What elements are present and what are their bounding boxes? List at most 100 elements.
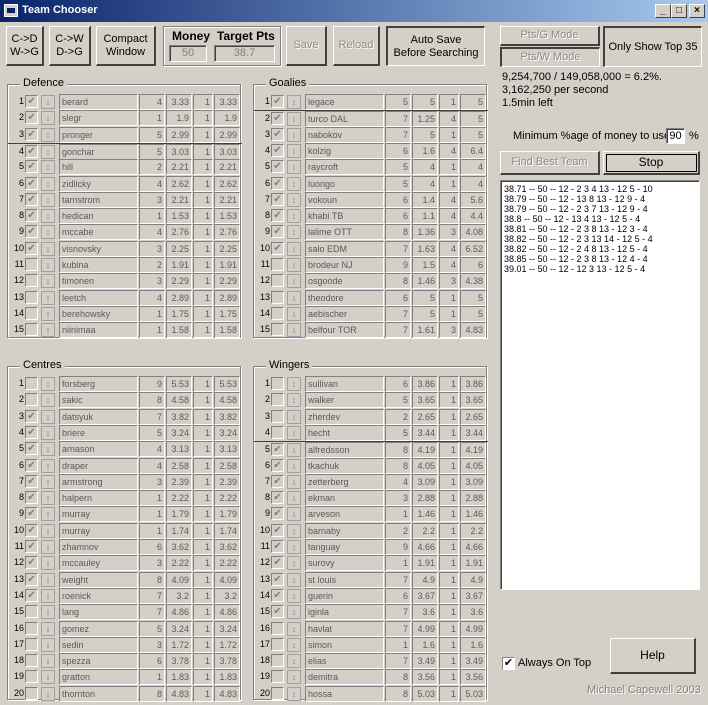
reload-button[interactable]: Reload bbox=[333, 26, 380, 66]
include-checkbox[interactable] bbox=[271, 258, 284, 271]
player-name-field[interactable]: lalime OTT bbox=[305, 224, 384, 241]
cost-field[interactable]: 3 bbox=[139, 473, 165, 490]
lock-toggle-icon[interactable]: ↕ bbox=[41, 225, 55, 240]
multiplier-field[interactable]: 4 bbox=[439, 142, 459, 159]
total-points-field[interactable]: 4.83 bbox=[214, 685, 240, 702]
include-checkbox[interactable] bbox=[25, 393, 38, 407]
player-name-field[interactable]: raycroft bbox=[305, 159, 384, 176]
points-field[interactable]: 1.83 bbox=[166, 669, 192, 686]
cost-field[interactable]: 5 bbox=[139, 620, 165, 637]
lock-toggle-icon[interactable]: ↕ bbox=[287, 209, 301, 224]
cost-field[interactable]: 7 bbox=[139, 408, 165, 425]
include-checkbox[interactable] bbox=[271, 686, 284, 700]
include-checkbox[interactable] bbox=[271, 274, 284, 288]
multiplier-field[interactable]: 1 bbox=[439, 289, 459, 306]
include-checkbox[interactable]: ✔ bbox=[271, 491, 284, 505]
cost-field[interactable]: 5 bbox=[139, 126, 165, 143]
include-checkbox[interactable]: ✔ bbox=[25, 192, 38, 206]
total-points-field[interactable]: 1.72 bbox=[214, 636, 240, 653]
points-field[interactable]: 3.24 bbox=[166, 424, 192, 441]
cost-field[interactable]: 4 bbox=[139, 441, 165, 458]
cost-field[interactable]: 3 bbox=[139, 555, 165, 572]
include-checkbox[interactable]: ✔ bbox=[271, 176, 284, 190]
player-name-field[interactable]: brodeur NJ bbox=[305, 257, 384, 273]
points-field[interactable]: 4.58 bbox=[166, 392, 192, 409]
lock-toggle-icon[interactable]: ↕ bbox=[41, 144, 55, 159]
points-field[interactable]: 1.63 bbox=[412, 240, 438, 257]
cost-field[interactable]: 7 bbox=[385, 322, 411, 339]
lock-toggle-icon[interactable]: ↕ bbox=[41, 621, 55, 636]
cost-field[interactable]: 5 bbox=[385, 424, 411, 441]
player-name-field[interactable]: thornton bbox=[59, 685, 138, 702]
results-list[interactable]: 38.71 -- 50 -- 12 - 2 3 4 13 - 12 5 - 10… bbox=[500, 180, 700, 590]
player-name-field[interactable]: barnaby bbox=[305, 522, 384, 539]
cost-field[interactable]: 8 bbox=[139, 392, 165, 409]
multiplier-field[interactable]: 1 bbox=[193, 257, 213, 273]
result-item[interactable]: 38.82 -- 50 -- 12 - 2 3 13 14 - 12 5 - 4 bbox=[504, 234, 696, 244]
multiplier-field[interactable]: 1 bbox=[439, 653, 459, 670]
lock-toggle-icon[interactable]: ↕ bbox=[287, 654, 301, 669]
player-name-field[interactable]: visnovsky bbox=[59, 240, 138, 257]
lock-toggle-icon[interactable]: ↕ bbox=[287, 112, 301, 127]
player-name-field[interactable]: gonchar bbox=[59, 143, 138, 160]
include-checkbox[interactable] bbox=[271, 393, 284, 407]
points-field[interactable]: 4.19 bbox=[412, 442, 438, 459]
multiplier-field[interactable]: 1 bbox=[193, 685, 213, 702]
total-points-field[interactable]: 3.49 bbox=[460, 653, 486, 670]
total-points-field[interactable]: 2.21 bbox=[214, 159, 240, 176]
cost-field[interactable]: 1 bbox=[385, 555, 411, 572]
total-points-field[interactable]: 3.82 bbox=[214, 408, 240, 425]
cost-field[interactable]: 9 bbox=[385, 539, 411, 555]
lock-toggle-icon[interactable]: ↕ bbox=[41, 192, 55, 207]
player-name-field[interactable]: leetch bbox=[59, 289, 138, 306]
points-field[interactable]: 3.6 bbox=[412, 604, 438, 621]
total-points-field[interactable]: 1.9 bbox=[214, 110, 240, 127]
total-points-field[interactable]: 3.13 bbox=[214, 441, 240, 458]
total-points-field[interactable]: 3.56 bbox=[460, 669, 486, 686]
include-checkbox[interactable]: ✔ bbox=[25, 523, 38, 537]
lock-toggle-icon[interactable]: ↕ bbox=[41, 686, 55, 701]
player-name-field[interactable]: timonen bbox=[59, 273, 138, 290]
cost-field[interactable]: 5 bbox=[385, 392, 411, 409]
player-name-field[interactable]: zidlicky bbox=[59, 175, 138, 192]
multiplier-field[interactable]: 1 bbox=[193, 322, 213, 339]
include-checkbox[interactable] bbox=[25, 274, 38, 288]
lock-toggle-icon[interactable]: ↕ bbox=[41, 458, 55, 473]
cost-field[interactable]: 6 bbox=[385, 142, 411, 159]
points-field[interactable]: 5 bbox=[412, 289, 438, 306]
points-field[interactable]: 1.79 bbox=[166, 506, 192, 523]
cost-field[interactable]: 3 bbox=[139, 636, 165, 653]
include-checkbox[interactable]: ✔ bbox=[271, 160, 284, 174]
multiplier-field[interactable]: 1 bbox=[193, 490, 213, 507]
multiplier-field[interactable]: 3 bbox=[439, 273, 459, 290]
include-checkbox[interactable]: ✔ bbox=[25, 225, 38, 239]
stop-button[interactable]: Stop bbox=[603, 151, 700, 175]
total-points-field[interactable]: 4.66 bbox=[460, 539, 486, 555]
multiplier-field[interactable]: 1 bbox=[193, 424, 213, 441]
include-checkbox[interactable]: ✔ bbox=[25, 474, 38, 488]
total-points-field[interactable]: 4.99 bbox=[460, 620, 486, 637]
include-checkbox[interactable] bbox=[25, 306, 38, 320]
points-field[interactable]: 3.33 bbox=[166, 94, 192, 110]
total-points-field[interactable]: 3.78 bbox=[214, 653, 240, 670]
multiplier-field[interactable]: 1 bbox=[193, 191, 213, 208]
cost-field[interactable]: 5 bbox=[385, 94, 411, 110]
lock-toggle-icon[interactable]: ↕ bbox=[41, 393, 55, 408]
cost-field[interactable]: 6 bbox=[139, 653, 165, 670]
cost-field[interactable]: 1 bbox=[139, 305, 165, 322]
include-checkbox[interactable] bbox=[25, 290, 38, 304]
points-field[interactable]: 2.88 bbox=[412, 490, 438, 507]
multiplier-field[interactable]: 1 bbox=[439, 587, 459, 604]
total-points-field[interactable]: 5 bbox=[460, 126, 486, 143]
points-field[interactable]: 3.03 bbox=[166, 143, 192, 160]
lock-toggle-icon[interactable]: ↕ bbox=[287, 523, 301, 538]
total-points-field[interactable]: 3.44 bbox=[460, 424, 486, 441]
include-checkbox[interactable] bbox=[25, 637, 38, 651]
points-field[interactable]: 1.5 bbox=[412, 257, 438, 273]
include-checkbox[interactable]: ✔ bbox=[25, 127, 38, 141]
multiplier-field[interactable]: 1 bbox=[193, 587, 213, 604]
player-name-field[interactable]: armstrong bbox=[59, 473, 138, 490]
points-field[interactable]: 1.9 bbox=[166, 110, 192, 127]
multiplier-field[interactable]: 1 bbox=[193, 126, 213, 143]
points-field[interactable]: 1.72 bbox=[166, 636, 192, 653]
